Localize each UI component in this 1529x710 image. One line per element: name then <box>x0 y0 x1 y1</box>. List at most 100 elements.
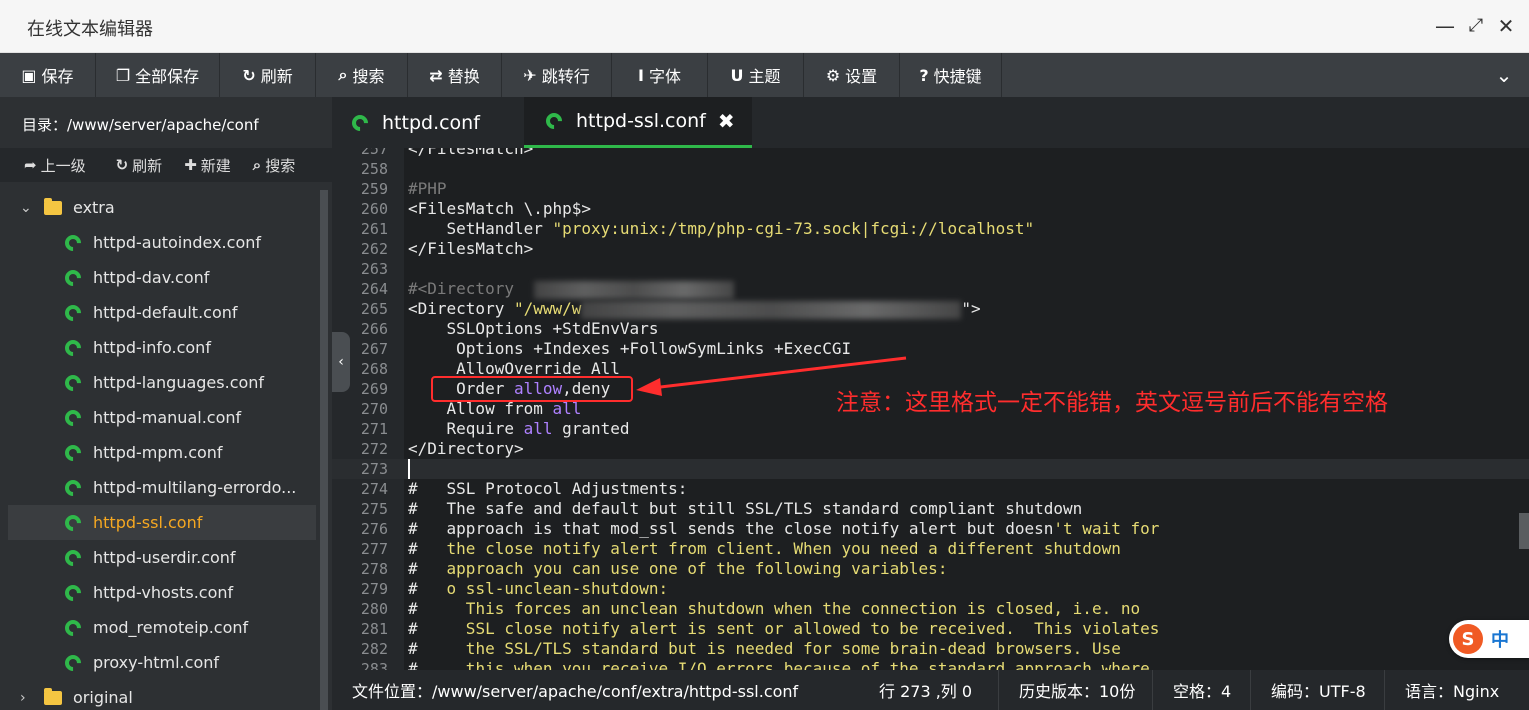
code-line: 278 # approach you can use one of the fol… <box>332 559 1529 579</box>
file-item[interactable]: httpd-vhosts.conf <box>8 575 316 610</box>
code-line: 259 #PHP <box>332 179 1529 199</box>
file-item[interactable]: httpd-multilang-errordo... <box>8 470 316 505</box>
tab-httpd-ssl-conf[interactable]: httpd-ssl.conf ✖ <box>524 97 752 148</box>
save-button[interactable]: ▣ 保存 <box>0 53 96 97</box>
folder-original[interactable]: › original <box>8 680 316 710</box>
save-label: 保存 <box>41 67 74 86</box>
status-indent[interactable]: 空格：4 <box>1152 670 1251 710</box>
code-text: # this when you receive I/O errors becau… <box>408 659 1150 670</box>
file-item[interactable]: httpd-autoindex.conf <box>8 225 316 260</box>
save-all-button[interactable]: ❐ 全部保存 <box>96 53 220 97</box>
editor-toolbar: ▣ 保存 ❐ 全部保存 ↻ 刷新 ⌕ 搜索 ⇄ 替换 ✈ 跳转行 I 字体 U 主题 ⚙ 设置 ?… <box>0 53 1529 97</box>
folder-extra[interactable]: ⌄ extra <box>8 190 316 225</box>
code-text: SSLOptions +StdEnvVars <box>408 319 659 338</box>
code-line: 265 <Directory "/www/w "> <box>332 299 1529 319</box>
sidebar-refresh-button[interactable]: ↻ 刷新 <box>116 148 163 182</box>
collapse-sidebar-icon[interactable]: ‹ <box>332 332 350 392</box>
file-label: httpd-languages.conf <box>93 373 265 392</box>
file-item[interactable]: httpd-languages.conf <box>8 365 316 400</box>
directory-path: 目录：/www/server/apache/conf <box>0 97 332 148</box>
close-icon[interactable]: ✖ <box>718 109 735 133</box>
file-item[interactable]: httpd-userdir.conf <box>8 540 316 575</box>
code-text: Allow from all <box>408 399 582 419</box>
font-label: 字体 <box>648 67 681 86</box>
code-token: SSL Protocol Adjustments: <box>417 479 688 498</box>
theme-button[interactable]: U 主题 <box>708 53 804 97</box>
code-text: </FilesMatch> <box>408 239 534 258</box>
sidebar-search-label: 搜索 <box>265 156 296 175</box>
search-button[interactable]: ⌕ 搜索 <box>316 53 408 97</box>
line-number: 271 <box>360 420 388 438</box>
font-button[interactable]: I 字体 <box>612 53 708 97</box>
code-line: 272 </Directory> <box>332 439 1529 459</box>
settings-label: 设置 <box>845 67 878 86</box>
parent-dir-button[interactable]: ➦ 上一级 <box>24 148 86 182</box>
file-g-icon <box>61 581 85 604</box>
status-history[interactable]: 历史版本：10份 <box>998 670 1155 710</box>
sidebar-actions: ➦ 上一级 ↻ 刷新 ✚ 新建 ⌕ 搜索 <box>0 148 332 182</box>
settings-button[interactable]: ⚙ 设置 <box>804 53 900 97</box>
chevron-down-icon[interactable]: ⌄ <box>1479 53 1529 97</box>
file-g-icon <box>61 616 85 639</box>
settings-icon: ⚙ <box>825 65 841 85</box>
replace-button[interactable]: ⇄ 替换 <box>408 53 502 97</box>
comment-hash: # <box>408 519 418 538</box>
file-item[interactable]: httpd-default.conf <box>8 295 316 330</box>
code-text: </FilesMatch> <box>408 148 534 158</box>
window-titlebar: 在线文本编辑器 — ⤢ ✕ <box>0 0 1529 53</box>
status-language[interactable]: 语言：Nginx <box>1384 670 1519 710</box>
minimize-icon[interactable]: — <box>1433 14 1457 38</box>
code-text: <FilesMatch \.php$> <box>408 199 592 218</box>
code-line: 258 <box>332 159 1529 179</box>
close-icon[interactable]: ✕ <box>1494 14 1518 38</box>
comment-hash: # <box>408 499 418 518</box>
file-item-active[interactable]: httpd-ssl.conf <box>8 505 316 540</box>
refresh-button[interactable]: ↻ 刷新 <box>220 53 316 97</box>
sidebar-search-button[interactable]: ⌕ 搜索 <box>253 148 295 182</box>
file-item[interactable]: httpd-manual.conf <box>8 400 316 435</box>
file-label: httpd-mpm.conf <box>93 443 223 462</box>
line-number: 262 <box>360 240 388 258</box>
jump-line-button[interactable]: ✈ 跳转行 <box>502 53 612 97</box>
line-number: 281 <box>360 620 388 638</box>
editor-scrollbar[interactable] <box>1519 513 1529 549</box>
line-number: 261 <box>360 220 388 238</box>
file-label: httpd-autoindex.conf <box>93 233 261 252</box>
shortcuts-button[interactable]: ? 快捷键 <box>900 53 1002 97</box>
font-icon: I <box>638 65 644 85</box>
file-item[interactable]: httpd-mpm.conf <box>8 435 316 470</box>
file-g-icon <box>61 441 85 464</box>
line-number: 265 <box>360 300 388 318</box>
text-cursor <box>408 459 410 479</box>
status-cursor-position[interactable]: 行 273 ,列 0 <box>859 670 992 710</box>
tab-httpd-conf[interactable]: httpd.conf <box>348 97 522 148</box>
code-text: # the SSL/TLS standard but is needed for… <box>408 639 1121 659</box>
jump-icon: ✈ <box>523 65 537 85</box>
code-line: 257 </FilesMatch> <box>332 148 1529 159</box>
status-bar: 文件位置：/www/server/apache/conf/extra/httpd… <box>332 670 1529 710</box>
code-string: the SSL/TLS standard but is needed for s… <box>417 639 1121 658</box>
comment-hash: # <box>408 659 418 670</box>
new-file-button[interactable]: ✚ 新建 <box>184 148 231 182</box>
code-text: # o ssl-unclean-shutdown: <box>408 579 668 599</box>
status-encoding[interactable]: 编码：UTF-8 <box>1250 670 1386 710</box>
file-item[interactable]: httpd-info.conf <box>8 330 316 365</box>
code-string: SSL close notify alert is sent or allowe… <box>417 619 1160 638</box>
code-text: # approach is that mod_ssl sends the clo… <box>408 519 1159 539</box>
parent-dir-label: 上一级 <box>40 156 86 175</box>
file-item[interactable]: httpd-dav.conf <box>8 260 316 295</box>
code-token: approach is that mod_ssl sends the close… <box>417 519 1054 538</box>
code-line: 281 # SSL close notify alert is sent or a… <box>332 619 1529 639</box>
sidebar-scrollbar[interactable] <box>320 190 328 710</box>
ime-indicator[interactable]: S 中 <box>1449 620 1529 658</box>
comment-hash: # <box>408 639 418 658</box>
maximize-icon[interactable]: ⤢ <box>1464 14 1488 38</box>
code-text: # SSL close notify alert is sent or allo… <box>408 619 1159 639</box>
line-number: 276 <box>360 520 388 538</box>
file-item[interactable]: mod_remoteip.conf <box>8 610 316 645</box>
code-string: "proxy:unix:/tmp/php-cgi-73.sock|fcgi://… <box>552 219 1035 238</box>
file-item[interactable]: proxy-html.conf <box>8 645 316 680</box>
line-number: 282 <box>360 640 388 658</box>
tab-label: httpd.conf <box>382 111 480 134</box>
sidebar-refresh-label: 刷新 <box>132 156 163 175</box>
